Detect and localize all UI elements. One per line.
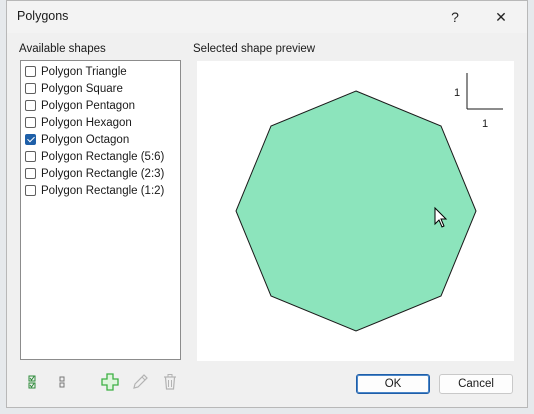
list-item-label: Polygon Hexagon [41,116,132,129]
ok-button[interactable]: OK [356,374,430,394]
polygons-dialog: Polygons ? ✕ Available shapes Selected s… [6,0,528,408]
list-item[interactable]: Polygon Rectangle (1:2) [21,182,180,199]
checkbox[interactable] [25,66,36,77]
list-item[interactable]: Polygon Triangle [21,63,180,80]
list-item-label: Polygon Square [41,82,123,95]
select-all-icon[interactable] [25,373,43,391]
window-title: Polygons [17,9,69,23]
list-item-label: Polygon Rectangle (1:2) [41,184,165,197]
shape-list[interactable]: Polygon Triangle Polygon Square Polygon Pe… [20,60,181,360]
checkbox[interactable] [25,151,36,162]
list-item-label: Polygon Triangle [41,65,127,78]
shape-preview: 1 1 [197,61,514,361]
delete-icon[interactable] [161,373,179,391]
cancel-button[interactable]: Cancel [439,374,513,394]
checkbox[interactable] [25,100,36,111]
list-item[interactable]: Polygon Octagon [21,131,180,148]
list-item-label: Polygon Pentagon [41,99,135,112]
list-item[interactable]: Polygon Rectangle (2:3) [21,165,180,182]
checkbox[interactable] [25,185,36,196]
close-button[interactable]: ✕ [481,1,521,33]
scale-x-label: 1 [482,118,488,130]
title-bar: Polygons ? ✕ [7,1,527,33]
help-icon: ? [451,9,459,25]
list-item[interactable]: Polygon Pentagon [21,97,180,114]
checkbox[interactable] [25,168,36,179]
scale-y-label: 1 [454,87,460,99]
list-item-label: Polygon Octagon [41,133,130,146]
help-button[interactable]: ? [435,1,475,33]
list-item[interactable]: Polygon Square [21,80,180,97]
edit-icon[interactable] [131,373,149,391]
list-item-label: Polygon Rectangle (2:3) [41,167,165,180]
preview-canvas: 1 1 [235,73,503,332]
checkbox[interactable] [25,117,36,128]
drag-handle-icon[interactable] [53,373,71,391]
add-icon[interactable] [101,373,119,391]
preview-label: Selected shape preview [193,43,316,55]
list-item[interactable]: Polygon Hexagon [21,114,180,131]
checkbox[interactable] [25,83,36,94]
close-icon: ✕ [495,8,507,25]
list-item-label: Polygon Rectangle (5:6) [41,150,165,163]
list-item[interactable]: Polygon Rectangle (5:6) [21,148,180,165]
octagon-shape [235,90,477,332]
checkbox-checked[interactable] [25,134,36,145]
available-shapes-label: Available shapes [19,43,106,55]
